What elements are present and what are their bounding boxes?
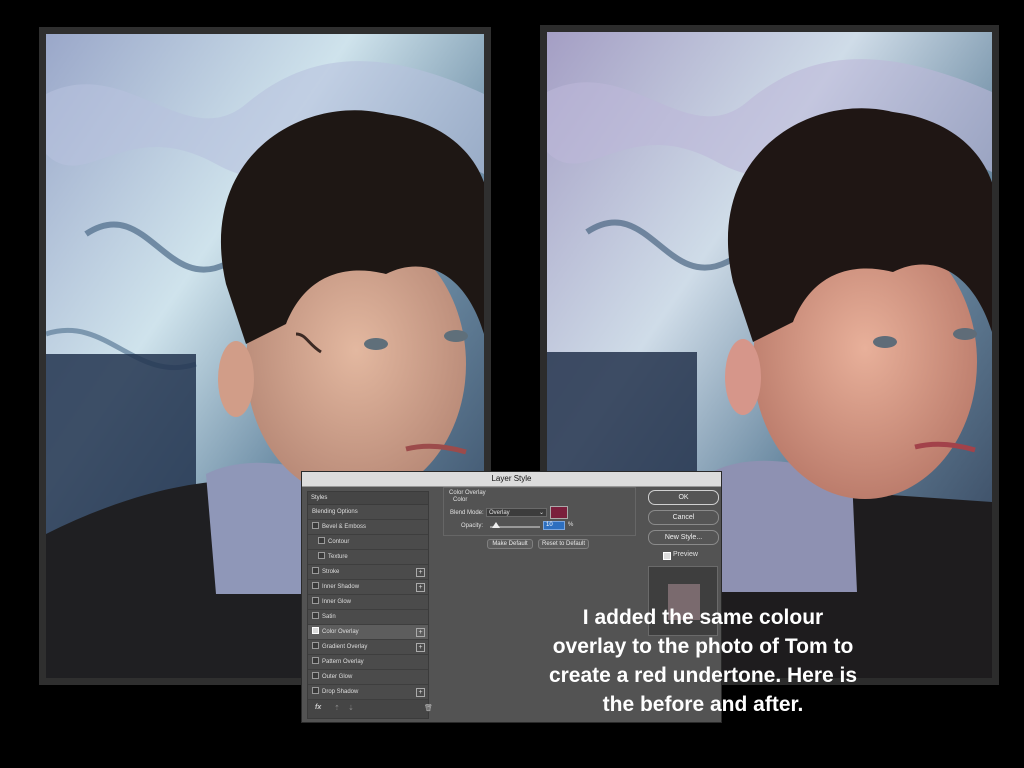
style-item-label: Inner Glow	[322, 599, 352, 605]
style-checkbox[interactable]	[312, 566, 319, 574]
style-item-label: Stroke	[322, 569, 340, 575]
style-item-label: Satin	[322, 614, 336, 620]
preview-checkbox[interactable]	[663, 552, 671, 560]
preview-label: Preview	[673, 551, 698, 558]
add-style-icon[interactable]: +	[416, 643, 425, 652]
add-style-icon[interactable]: +	[416, 628, 425, 637]
style-item-label: Texture	[328, 554, 348, 560]
move-down-icon[interactable]: ⇣	[348, 704, 354, 712]
add-style-icon[interactable]: +	[416, 583, 425, 592]
style-checkbox[interactable]	[318, 551, 325, 559]
opacity-input[interactable]: 10	[543, 521, 565, 530]
style-checkbox[interactable]	[312, 521, 319, 529]
opacity-unit: %	[568, 522, 574, 528]
style-item[interactable]: Satin	[308, 610, 428, 625]
style-checkbox[interactable]	[312, 656, 319, 664]
style-item[interactable]: Pattern Overlay	[308, 655, 428, 670]
opacity-slider-thumb[interactable]	[492, 522, 500, 528]
style-checkbox[interactable]	[312, 626, 319, 634]
style-item-label: Color Overlay	[322, 629, 359, 635]
style-checkbox[interactable]	[312, 596, 319, 604]
color-overlay-title: Color Overlay Color	[449, 490, 486, 504]
trash-icon[interactable]: 🗑	[424, 704, 433, 712]
move-up-icon[interactable]: ⇡	[334, 704, 340, 712]
group-title-text: Color Overlay	[449, 490, 486, 496]
style-checkbox[interactable]	[312, 671, 319, 679]
style-item[interactable]: Gradient Overlay +	[308, 640, 428, 655]
style-item[interactable]: Inner Glow	[308, 595, 428, 610]
style-item-label: Inner Shadow	[322, 584, 360, 590]
style-item-label: Gradient Overlay	[322, 644, 368, 650]
style-checkbox[interactable]	[312, 686, 319, 694]
fx-toolbar: fx ⇡ ⇣ 🗑	[312, 704, 433, 714]
blend-mode-select[interactable]: Overlay ⌄	[486, 508, 547, 517]
style-item[interactable]: Texture	[308, 550, 428, 565]
opacity-label: Opacity:	[461, 523, 484, 529]
blend-mode-value: Overlay	[489, 510, 510, 516]
ok-button[interactable]: OK	[648, 490, 719, 505]
cancel-button[interactable]: Cancel	[648, 510, 719, 525]
style-checkbox[interactable]	[312, 641, 319, 649]
add-style-icon[interactable]: +	[416, 688, 425, 697]
style-item[interactable]: Blending Options	[308, 505, 428, 520]
dialog-title: Layer Style	[302, 472, 721, 487]
styles-header[interactable]: Styles	[308, 492, 428, 505]
style-item-label: Contour	[328, 539, 350, 545]
overlay-color-swatch[interactable]	[550, 506, 568, 519]
style-checkbox[interactable]	[312, 611, 319, 619]
style-item[interactable]: Stroke +	[308, 565, 428, 580]
style-item[interactable]: Bevel & Emboss	[308, 520, 428, 535]
make-default-button[interactable]: Make Default	[487, 539, 533, 549]
style-item[interactable]: Color Overlay +	[308, 625, 428, 640]
style-item-label: Outer Glow	[322, 674, 353, 680]
style-checkbox[interactable]	[312, 581, 319, 589]
style-item-label: Blending Options	[312, 509, 358, 515]
style-item-label: Bevel & Emboss	[322, 524, 367, 530]
slide-caption: I added the same colour overlay to the p…	[548, 606, 858, 716]
fx-icon[interactable]: fx	[315, 704, 321, 711]
style-item-label: Pattern Overlay	[322, 659, 364, 665]
subgroup-title-text: Color	[453, 497, 468, 503]
style-checkbox[interactable]	[318, 536, 325, 544]
blend-mode-label: Blend Mode:	[450, 510, 484, 516]
new-style-button[interactable]: New Style...	[648, 530, 719, 545]
style-item[interactable]: Contour	[308, 535, 428, 550]
chevron-down-icon: ⌄	[538, 510, 544, 516]
style-item[interactable]: Drop Shadow +	[308, 685, 428, 700]
style-item[interactable]: Outer Glow	[308, 670, 428, 685]
add-style-icon[interactable]: +	[416, 568, 425, 577]
style-item-label: Drop Shadow	[322, 689, 359, 695]
styles-list: Styles Blending Options Bevel & Emboss Con…	[307, 491, 433, 719]
reset-default-button[interactable]: Reset to Default	[538, 539, 589, 549]
style-item[interactable]: Inner Shadow +	[308, 580, 428, 595]
